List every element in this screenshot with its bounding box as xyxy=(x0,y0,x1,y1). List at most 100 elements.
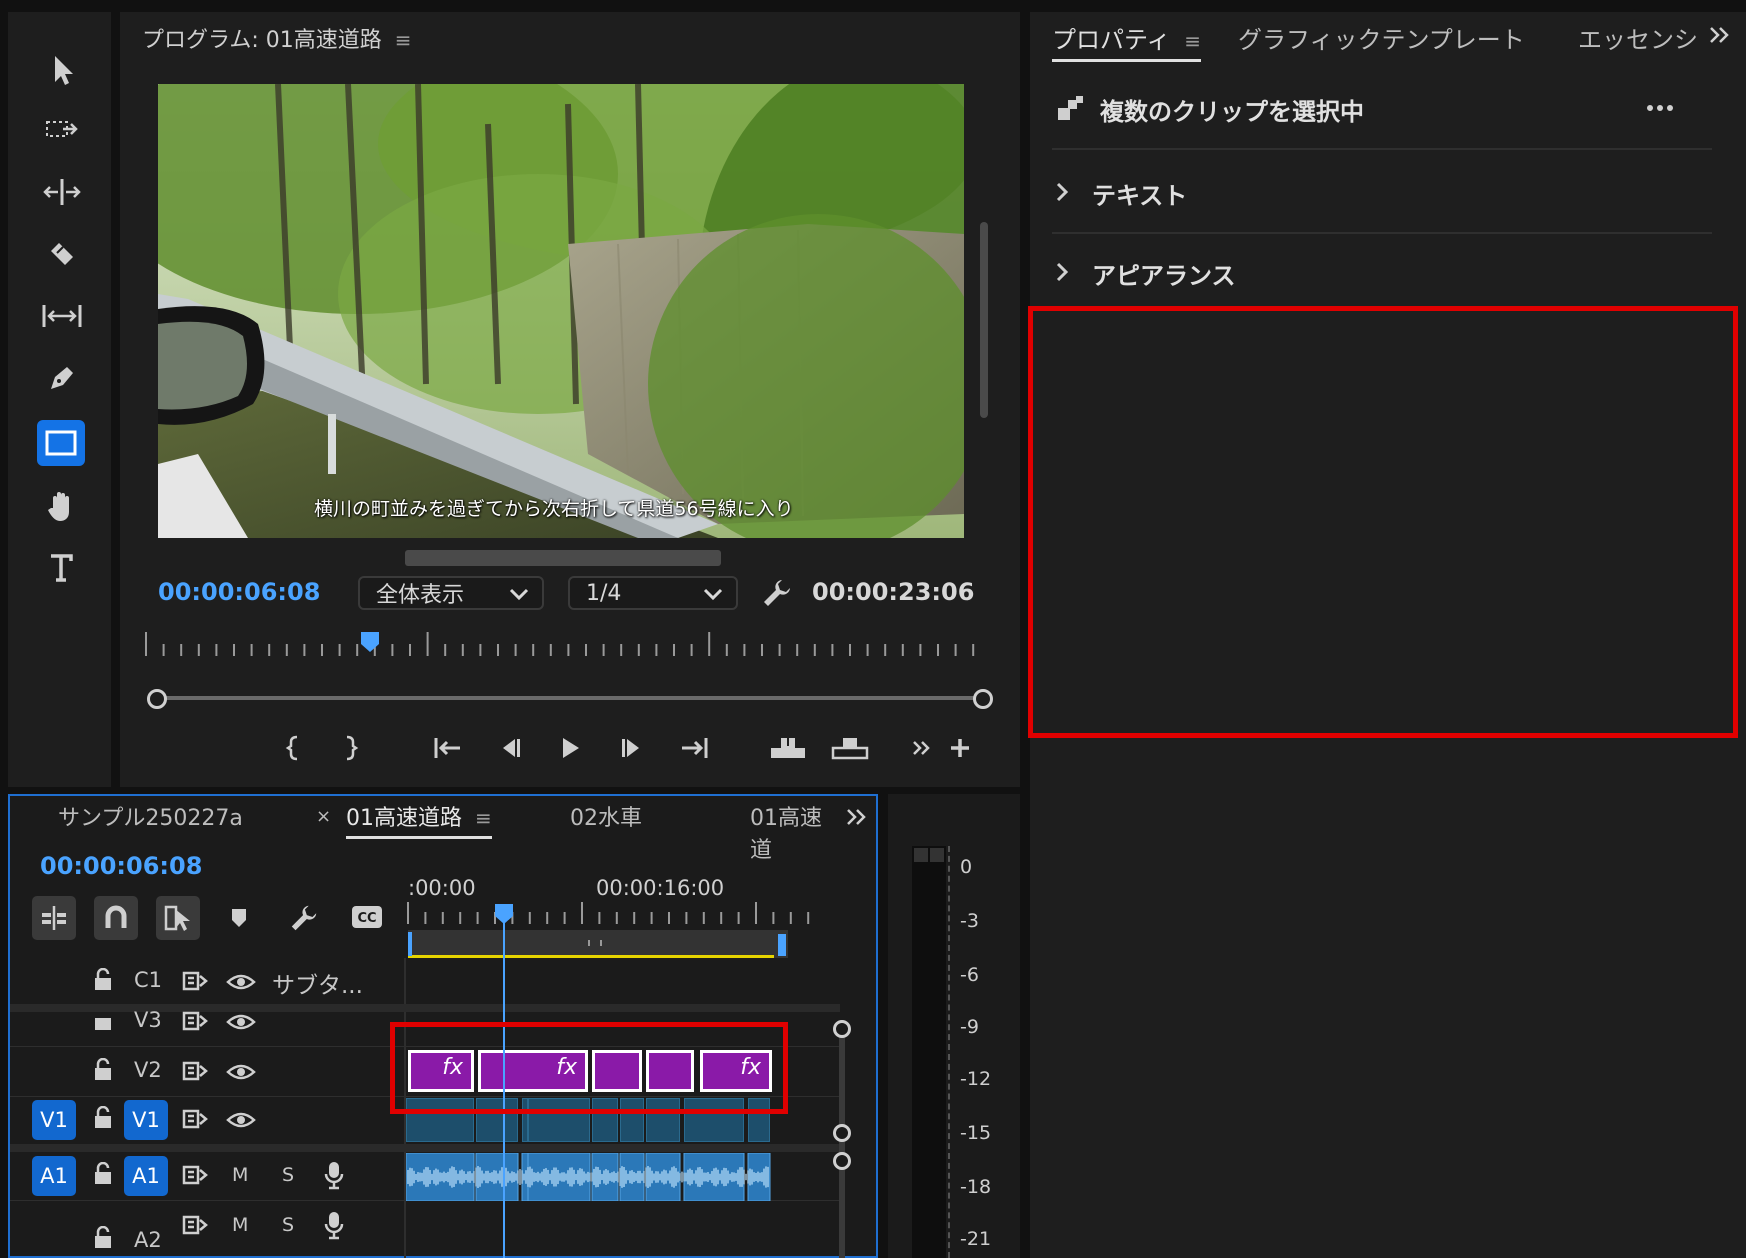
panel-menu-icon[interactable]: ≡ xyxy=(1184,29,1201,53)
pen-tool[interactable] xyxy=(40,356,84,400)
insert-overwrite-sequence-button[interactable] xyxy=(32,896,76,940)
step-forward-button[interactable] xyxy=(612,728,652,768)
extract-button[interactable] xyxy=(830,728,870,768)
work-area-bar[interactable] xyxy=(408,930,788,958)
tab-essential[interactable]: エッセンシ xyxy=(1578,20,1696,55)
extract-icon xyxy=(831,738,869,760)
sync-lock-icon[interactable] xyxy=(182,1010,208,1032)
microphone-icon[interactable] xyxy=(322,1160,346,1190)
microphone-icon[interactable] xyxy=(322,1210,346,1240)
lift-button[interactable] xyxy=(768,728,808,768)
track-label-c1[interactable]: C1 xyxy=(134,968,162,992)
lock-icon[interactable] xyxy=(92,1058,114,1082)
scroll-handle[interactable] xyxy=(833,1124,851,1142)
scroll-handle[interactable] xyxy=(833,1020,851,1038)
track-label-a1[interactable]: A1 xyxy=(124,1156,168,1196)
slip-tool[interactable] xyxy=(40,294,84,338)
sync-lock-icon[interactable] xyxy=(182,1060,208,1082)
mute-button-a1[interactable]: M xyxy=(232,1164,248,1186)
sync-lock-icon[interactable] xyxy=(182,1214,208,1236)
audio-waveform[interactable] xyxy=(406,1153,772,1201)
selection-tool[interactable] xyxy=(40,48,84,92)
tab-properties[interactable]: プロパティ ≡ xyxy=(1052,20,1201,62)
add-marker-button[interactable] xyxy=(228,906,250,930)
selection-label: 複数のクリップを選択中 xyxy=(1100,98,1364,126)
tab-sequence-01[interactable]: 01高速道路 ≡ xyxy=(346,800,492,839)
more-options-button[interactable] xyxy=(1642,94,1682,122)
mute-button-a2[interactable]: M xyxy=(232,1214,248,1236)
timeline-vertical-scrollbar[interactable] xyxy=(839,1030,845,1258)
monitor-horizontal-scrollbar[interactable] xyxy=(405,550,721,566)
lock-icon[interactable] xyxy=(92,968,114,992)
sync-lock-icon[interactable] xyxy=(182,1164,208,1186)
panel-menu-icon[interactable]: ≡ xyxy=(395,28,412,52)
mark-out-button[interactable] xyxy=(330,728,370,768)
snap-button[interactable] xyxy=(94,896,138,940)
monitor-playhead[interactable] xyxy=(359,630,381,654)
track-label-v2[interactable]: V2 xyxy=(134,1058,162,1082)
play-button[interactable] xyxy=(550,728,590,768)
track-select-tool[interactable] xyxy=(40,108,84,152)
track-label-a2[interactable]: A2 xyxy=(134,1228,162,1252)
captions-button[interactable]: CC xyxy=(350,904,384,930)
solo-button-a2[interactable]: S xyxy=(282,1214,294,1236)
sync-lock-icon[interactable] xyxy=(182,970,208,992)
tab-sequence-sample[interactable]: サンプル250227a xyxy=(58,800,243,832)
hand-tool[interactable] xyxy=(40,484,84,528)
lock-icon[interactable] xyxy=(92,1162,114,1186)
eye-icon[interactable] xyxy=(226,1012,256,1032)
solo-button-a1[interactable]: S xyxy=(282,1164,294,1186)
timeline-timecode[interactable]: 00:00:06:08 xyxy=(40,852,202,880)
more-buttons-button[interactable] xyxy=(902,728,942,768)
program-current-timecode[interactable]: 00:00:06:08 xyxy=(158,578,320,606)
wrench-settings-button[interactable] xyxy=(760,576,796,612)
tab-close-icon[interactable]: × xyxy=(316,806,331,827)
resolution-dropdown[interactable]: 1/4 xyxy=(568,576,738,610)
lock-icon[interactable] xyxy=(92,1106,114,1130)
fit-dropdown[interactable]: 全体表示 xyxy=(358,576,544,610)
video-frame[interactable]: 横川の町並みを過ぎてから次右折して県道56号線に入り xyxy=(158,84,964,538)
button-editor-button[interactable] xyxy=(940,728,980,768)
zoom-handle-left[interactable] xyxy=(147,689,167,709)
track-label-v3[interactable]: V3 xyxy=(134,1008,162,1032)
step-back-button[interactable] xyxy=(490,728,530,768)
program-monitor-title[interactable]: プログラム: 01高速道路 ≡ xyxy=(142,22,412,54)
eye-icon[interactable] xyxy=(226,1110,256,1130)
more-tabs-button[interactable] xyxy=(1708,24,1730,46)
monitor-time-ruler[interactable] xyxy=(140,632,1000,662)
monitor-vertical-scrollbar[interactable] xyxy=(980,222,988,418)
track-name-c1[interactable]: サブタ... xyxy=(272,966,363,1000)
linked-selection-button[interactable] xyxy=(156,896,200,940)
go-to-in-button[interactable] xyxy=(428,728,468,768)
zoom-handle-right[interactable] xyxy=(973,689,993,709)
timeline-time-ruler[interactable] xyxy=(406,900,836,928)
razor-tool[interactable] xyxy=(40,232,84,276)
sync-lock-icon[interactable] xyxy=(182,1108,208,1130)
mark-in-button[interactable] xyxy=(274,728,314,768)
work-area-range[interactable] xyxy=(408,955,774,958)
lock-icon[interactable] xyxy=(92,1012,114,1032)
tab-sequence-01b[interactable]: 01高速道 xyxy=(750,800,830,864)
type-tool[interactable] xyxy=(40,546,84,590)
section-text[interactable]: テキスト xyxy=(1052,160,1712,234)
monitor-zoom-bar[interactable] xyxy=(156,696,984,700)
source-patch-v1[interactable]: V1 xyxy=(32,1100,76,1140)
rectangle-tool[interactable] xyxy=(37,420,85,466)
work-area-end-handle[interactable] xyxy=(778,934,786,956)
meter-label-21: -21 xyxy=(960,1228,992,1250)
scroll-handle[interactable] xyxy=(833,1152,851,1170)
ripple-edit-tool[interactable] xyxy=(40,170,84,214)
source-patch-a1[interactable]: A1 xyxy=(32,1156,76,1196)
lock-icon[interactable] xyxy=(92,1226,114,1250)
tab-sequence-02[interactable]: 02水車 xyxy=(570,800,642,832)
eye-icon[interactable] xyxy=(226,1062,256,1082)
work-area-start-handle[interactable] xyxy=(408,932,412,956)
more-tabs-button[interactable] xyxy=(845,806,867,828)
timeline-settings-button[interactable] xyxy=(288,902,320,934)
section-appearance[interactable]: アピアランス xyxy=(1052,250,1712,298)
panel-menu-icon[interactable]: ≡ xyxy=(475,806,492,830)
track-label-v1[interactable]: V1 xyxy=(124,1100,168,1140)
eye-icon[interactable] xyxy=(226,972,256,992)
tab-graphic-templates[interactable]: グラフィックテンプレート xyxy=(1238,20,1525,55)
go-to-out-button[interactable] xyxy=(674,728,714,768)
